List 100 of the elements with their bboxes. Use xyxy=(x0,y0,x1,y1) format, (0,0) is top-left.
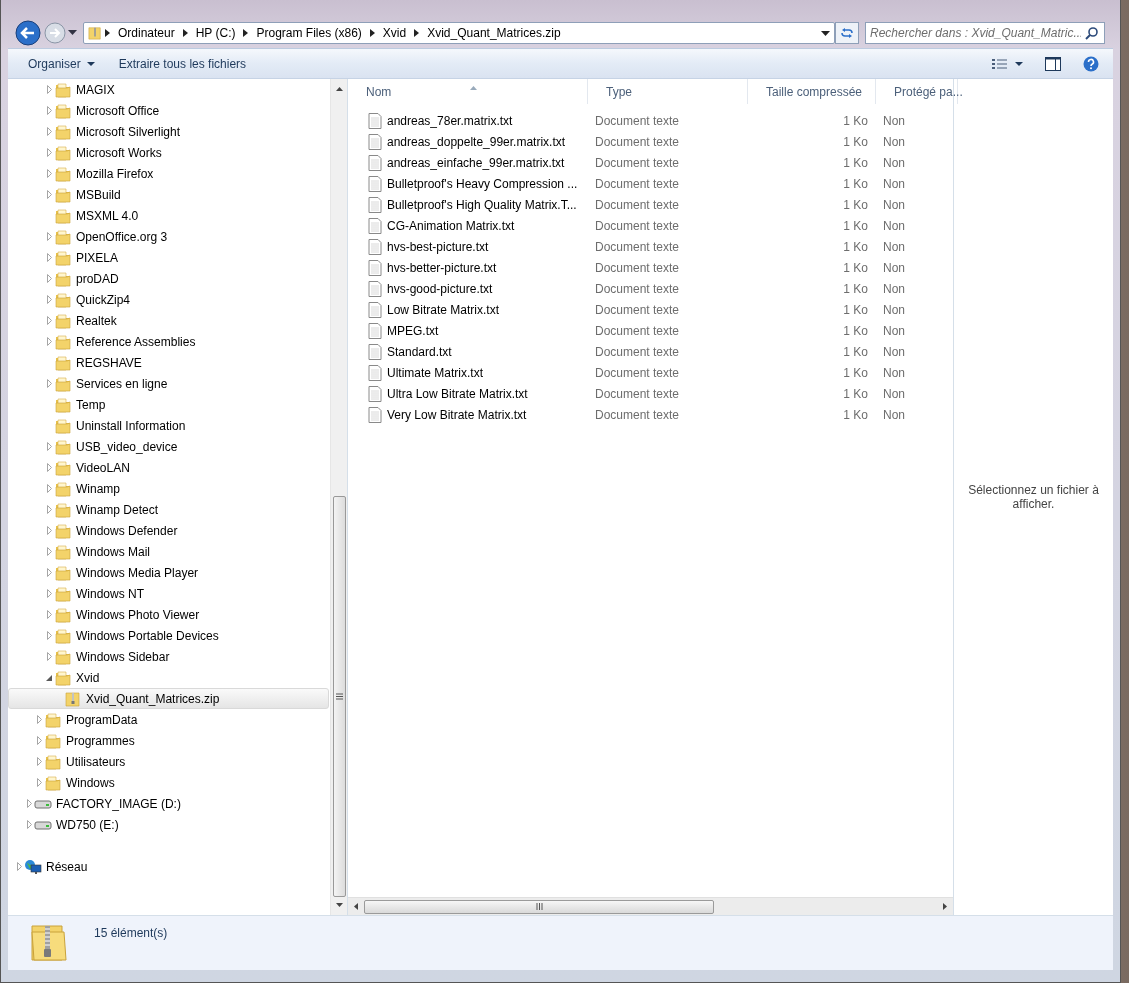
collapsed-arrow-icon[interactable] xyxy=(46,274,52,283)
tree-item[interactable]: MSBuild xyxy=(8,184,329,205)
preview-pane-icon[interactable] xyxy=(1045,56,1061,71)
tree-item[interactable]: Temp xyxy=(8,394,329,415)
tree-item[interactable]: Microsoft Works xyxy=(8,142,329,163)
tree-item[interactable]: VideoLAN xyxy=(8,457,329,478)
tree-item[interactable]: ProgramData xyxy=(8,709,329,730)
file-name-cell[interactable]: hvs-better-picture.txt xyxy=(348,257,588,278)
file-name-cell[interactable]: Bulletproof's Heavy Compression ... xyxy=(348,173,588,194)
breadcrumb-arrow-icon[interactable] xyxy=(243,29,249,37)
breadcrumb-item[interactable]: Xvid_Quant_Matrices.zip xyxy=(422,26,566,40)
tree-item[interactable]: Windows xyxy=(8,772,329,793)
search-field[interactable]: Rechercher dans : Xvid_Quant_Matric... xyxy=(865,22,1105,44)
file-name-cell[interactable]: Ultra Low Bitrate Matrix.txt xyxy=(348,383,588,404)
recent-pages-dropdown-icon[interactable] xyxy=(68,30,77,36)
breadcrumb-arrow-icon[interactable] xyxy=(369,29,375,37)
tree-item[interactable]: Programmes xyxy=(8,730,329,751)
scroll-left-arrow-icon[interactable] xyxy=(354,903,358,910)
tree-item[interactable]: Windows Sidebar xyxy=(8,646,329,667)
collapsed-arrow-icon[interactable] xyxy=(16,862,22,871)
breadcrumb-item[interactable]: Ordinateur xyxy=(113,26,180,40)
collapsed-arrow-icon[interactable] xyxy=(36,778,42,787)
tree-item[interactable]: Windows Mail xyxy=(8,541,329,562)
collapsed-arrow-icon[interactable] xyxy=(46,379,52,388)
toolbar-button[interactable]: Organiser xyxy=(24,52,99,75)
file-name-cell[interactable]: andreas_einfache_99er.matrix.txt xyxy=(348,152,588,173)
tree-item[interactable]: Windows Portable Devices xyxy=(8,625,329,646)
file-name-cell[interactable]: Bulletproof's High Quality Matrix.T... xyxy=(348,194,588,215)
file-name-cell[interactable]: Ultimate Matrix.txt xyxy=(348,362,588,383)
tree-item[interactable]: QuickZip4 xyxy=(8,289,329,310)
tree-item[interactable]: proDAD xyxy=(8,268,329,289)
collapsed-arrow-icon[interactable] xyxy=(36,757,42,766)
address-field[interactable]: Ordinateur HP (C:) Program Files (x86) Xvid Xvid_Quant_Matrices.zip xyxy=(83,22,835,44)
collapsed-arrow-icon[interactable] xyxy=(36,715,42,724)
scroll-down-arrow-icon[interactable] xyxy=(335,903,343,907)
tree-item[interactable]: Winamp xyxy=(8,478,329,499)
tree-item[interactable]: MAGIX xyxy=(8,79,329,100)
tree-item[interactable]: Services en ligne xyxy=(8,373,329,394)
collapsed-arrow-icon[interactable] xyxy=(46,106,52,115)
breadcrumb-arrow-icon[interactable] xyxy=(182,29,188,37)
tree-item[interactable]: Xvid xyxy=(8,667,329,688)
tree-item[interactable]: WD750 (E:) xyxy=(8,814,329,835)
breadcrumb-item[interactable]: Xvid xyxy=(377,26,412,40)
collapsed-arrow-icon[interactable] xyxy=(46,232,52,241)
tree-item[interactable]: Utilisateurs xyxy=(8,751,329,772)
breadcrumb-arrow-icon[interactable] xyxy=(414,29,420,37)
breadcrumb-item[interactable]: Program Files (x86) xyxy=(251,26,367,40)
tree-item[interactable]: Windows Defender xyxy=(8,520,329,541)
tree-item[interactable]: Microsoft Silverlight xyxy=(8,121,329,142)
collapsed-arrow-icon[interactable] xyxy=(46,337,52,346)
collapsed-arrow-icon[interactable] xyxy=(46,442,52,451)
collapsed-arrow-icon[interactable] xyxy=(46,253,52,262)
tree-item[interactable]: Windows Photo Viewer xyxy=(8,604,329,625)
collapsed-arrow-icon[interactable] xyxy=(46,568,52,577)
file-name-cell[interactable]: Standard.txt xyxy=(348,341,588,362)
collapsed-arrow-icon[interactable] xyxy=(46,589,52,598)
file-name-cell[interactable]: hvs-best-picture.txt xyxy=(348,236,588,257)
collapsed-arrow-icon[interactable] xyxy=(46,169,52,178)
collapsed-arrow-icon[interactable] xyxy=(46,295,52,304)
tree-item[interactable]: Réseau xyxy=(8,856,329,877)
tree-item[interactable]: FACTORY_IMAGE (D:) xyxy=(8,793,329,814)
file-name-cell[interactable]: hvs-good-picture.txt xyxy=(348,278,588,299)
collapsed-arrow-icon[interactable] xyxy=(26,799,32,808)
collapsed-arrow-icon[interactable] xyxy=(46,190,52,199)
tree-item[interactable]: Realtek xyxy=(8,310,329,331)
scrollbar-thumb[interactable] xyxy=(332,496,346,897)
column-header[interactable]: Taille compressée xyxy=(748,79,876,104)
tree-item[interactable]: Microsoft Office xyxy=(8,100,329,121)
collapsed-arrow-icon[interactable] xyxy=(46,85,52,94)
collapsed-arrow-icon[interactable] xyxy=(46,148,52,157)
expanded-arrow-icon[interactable] xyxy=(46,674,52,681)
collapsed-arrow-icon[interactable] xyxy=(46,526,52,535)
column-header[interactable]: Nom xyxy=(348,79,588,104)
tree-item[interactable]: USB_video_device xyxy=(8,436,329,457)
breadcrumb-arrow-icon[interactable] xyxy=(105,29,110,37)
help-icon[interactable] xyxy=(1083,55,1099,72)
scrollbar-thumb[interactable] xyxy=(364,899,714,914)
refresh-button[interactable] xyxy=(835,22,859,44)
tree-item[interactable]: REGSHAVE xyxy=(8,352,329,373)
column-header[interactable]: Type xyxy=(588,79,748,104)
toolbar-button[interactable]: Extraire tous les fichiers xyxy=(114,52,251,75)
file-name-cell[interactable]: CG-Animation Matrix.txt xyxy=(348,215,588,236)
tree-item[interactable]: Winamp Detect xyxy=(8,499,329,520)
scroll-right-arrow-icon[interactable] xyxy=(943,903,947,910)
tree-item[interactable]: Reference Assemblies xyxy=(8,331,329,352)
collapsed-arrow-icon[interactable] xyxy=(46,316,52,325)
tree-item[interactable]: PIXELA xyxy=(8,247,329,268)
collapsed-arrow-icon[interactable] xyxy=(46,127,52,136)
tree-item[interactable]: OpenOffice.org 3 xyxy=(8,226,329,247)
breadcrumb-item[interactable]: HP (C:) xyxy=(190,26,241,40)
file-name-cell[interactable]: andreas_78er.matrix.txt xyxy=(348,110,588,131)
tree-item[interactable]: Windows NT xyxy=(8,583,329,604)
file-name-cell[interactable]: MPEG.txt xyxy=(348,320,588,341)
collapsed-arrow-icon[interactable] xyxy=(46,505,52,514)
file-name-cell[interactable]: Very Low Bitrate Matrix.txt xyxy=(348,404,588,425)
collapsed-arrow-icon[interactable] xyxy=(26,820,32,829)
collapsed-arrow-icon[interactable] xyxy=(46,652,52,661)
tree-item[interactable]: Windows Media Player xyxy=(8,562,329,583)
file-name-cell[interactable]: andreas_doppelte_99er.matrix.txt xyxy=(348,131,588,152)
address-dropdown-icon[interactable] xyxy=(820,30,830,36)
